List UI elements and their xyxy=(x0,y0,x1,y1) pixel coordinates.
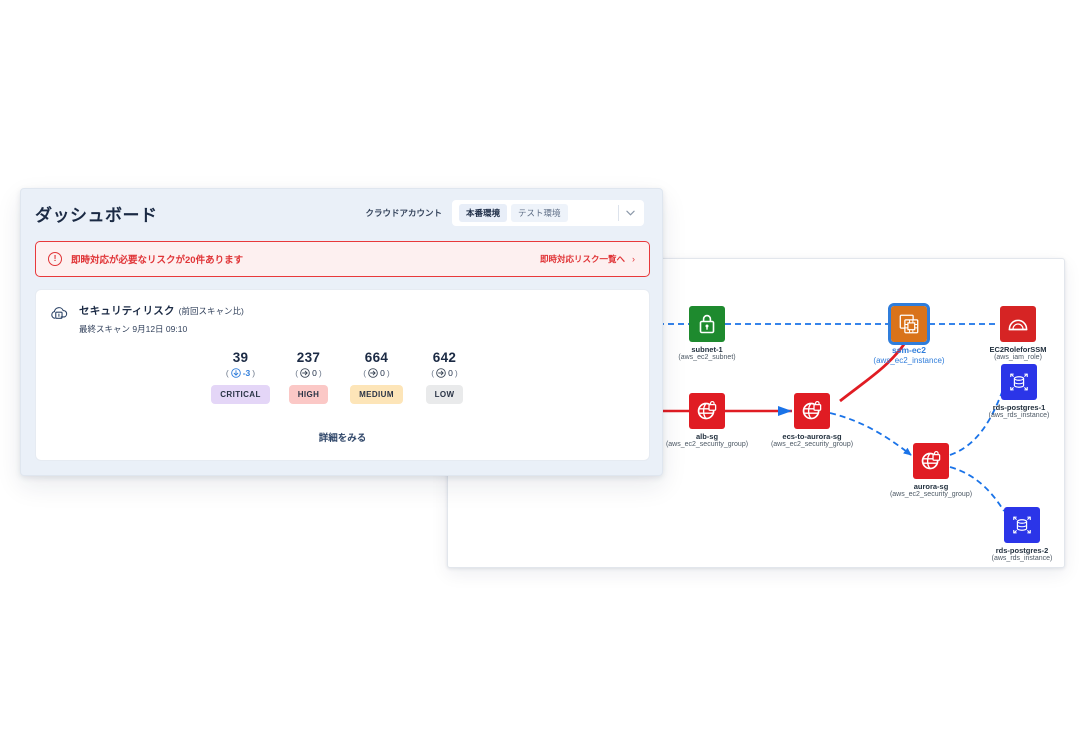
paren-open: ( xyxy=(225,368,229,378)
paren-open: ( xyxy=(431,368,435,378)
graph-node-ssm-ec2[interactable]: ssm-ec2 (aws_ec2_instance) xyxy=(873,303,945,365)
severity-column-medium[interactable]: 664 ( 0 ) MEDIUM xyxy=(343,350,411,404)
subnet-lock-icon xyxy=(689,306,725,342)
severity-badge-medium: MEDIUM xyxy=(350,385,403,404)
cloud-account-label: クラウドアカウント xyxy=(365,208,442,218)
chevron-down-glyph xyxy=(625,210,635,216)
security-risk-header: セキュリティリスク (前回スキャン比) 最終スキャン 9月12日 09:10 xyxy=(36,290,649,335)
ec2-chip-glyph xyxy=(899,314,919,334)
severity-summary-row: 39 ( -3 ) CRITICAL 237 (0) HIGH 664 (… xyxy=(36,350,649,404)
severity-count: 237 xyxy=(296,350,321,365)
arrow-right-circle-icon xyxy=(436,368,446,378)
rds-glyph xyxy=(1013,516,1031,534)
severity-badge-high: HIGH xyxy=(288,385,329,404)
severity-column-low[interactable]: 642 ( 0 ) LOW xyxy=(411,350,479,404)
account-select-control[interactable]: 本番環境 テスト環境 xyxy=(452,200,644,226)
account-tag-production[interactable]: 本番環境 xyxy=(459,204,508,222)
security-group-icon xyxy=(794,393,830,429)
security-risk-title-row: セキュリティリスク (前回スキャン比) xyxy=(79,303,244,318)
security-risk-subtitle: (前回スキャン比) xyxy=(178,306,244,316)
graph-node-label: aurora-sg (aws_ec2_security_group) xyxy=(889,482,973,499)
graph-node-ec2roleforssm[interactable]: EC2RoleforSSM (aws_iam_role) xyxy=(989,306,1047,361)
severity-count: 664 xyxy=(364,350,389,365)
graph-node-rds-postgres-2[interactable]: rds-postgres-2 (aws_rds_instance) xyxy=(992,507,1052,562)
security-group-icon xyxy=(913,443,949,479)
security-risk-title: セキュリティリスク xyxy=(79,305,175,317)
security-group-glyph xyxy=(802,401,822,420)
severity-delta-value: -3 xyxy=(242,368,251,378)
graph-node-label: rds-postgres-2 (aws_rds_instance) xyxy=(991,546,1053,563)
paren-close: ) xyxy=(386,368,390,378)
graph-node-ecs-to-aurora-sg[interactable]: ecs-to-aurora-sg (aws_ec2_security_group… xyxy=(771,393,853,448)
severity-delta-value: 0 xyxy=(312,368,317,378)
chevron-down-icon[interactable] xyxy=(619,210,641,216)
last-scan-timestamp: 最終スキャン 9月12日 09:10 xyxy=(79,324,188,334)
lock-glyph xyxy=(699,314,715,334)
security-group-glyph xyxy=(697,401,717,420)
account-tag-test[interactable]: テスト環境 xyxy=(511,204,568,222)
graph-node-label: alb-sg (aws_ec2_security_group) xyxy=(665,432,749,449)
rds-glyph xyxy=(1010,373,1028,391)
severity-delta: ( 0 ) xyxy=(363,368,389,378)
severity-column-critical[interactable]: 39 ( -3 ) CRITICAL xyxy=(207,350,275,404)
graph-node-label: subnet-1 (aws_ec2_subnet) xyxy=(678,345,736,362)
paren-open: ( xyxy=(295,368,299,378)
severity-badge-low: LOW xyxy=(425,385,464,404)
cloud-account-selector[interactable]: クラウドアカウント 本番環境 テスト環境 xyxy=(365,200,644,226)
security-risk-title-block: セキュリティリスク (前回スキャン比) 最終スキャン 9月12日 09:10 xyxy=(79,303,244,335)
exclamation-circle-icon: ! xyxy=(48,252,62,266)
iam-role-glyph xyxy=(1008,319,1028,331)
graph-node-label: ecs-to-aurora-sg (aws_ec2_security_group… xyxy=(770,432,854,449)
view-details-link[interactable]: 詳細をみる xyxy=(36,430,649,444)
urgent-risk-list-link-label: 即時対応リスク一覧へ xyxy=(539,254,625,264)
paren-close: ) xyxy=(454,368,458,378)
severity-count: 642 xyxy=(432,350,457,365)
security-risk-card: セキュリティリスク (前回スキャン比) 最終スキャン 9月12日 09:10 3… xyxy=(35,289,650,461)
paren-close: ) xyxy=(318,368,322,378)
severity-badge-critical: CRITICAL xyxy=(211,385,270,404)
urgent-risk-alert-banner[interactable]: ! 即時対応が必要なリスクが20件あります 即時対応リスク一覧へ › xyxy=(35,241,650,277)
iam-role-icon xyxy=(1000,306,1036,342)
graph-node-label: rds-postgres-1 (aws_rds_instance) xyxy=(988,403,1050,420)
severity-delta: ( -3 ) xyxy=(226,368,255,378)
graph-node-subnet-1[interactable]: subnet-1 (aws_ec2_subnet) xyxy=(678,306,736,361)
arrow-right-circle-icon xyxy=(368,368,378,378)
arrow-right-circle-icon xyxy=(300,368,310,378)
arrow-down-circle-icon xyxy=(230,368,241,378)
severity-delta-value: 0 xyxy=(380,368,385,378)
graph-node-rds-postgres-1[interactable]: rds-postgres-1 (aws_rds_instance) xyxy=(989,364,1049,419)
graph-node-alb-sg[interactable]: alb-sg (aws_ec2_security_group) xyxy=(666,393,748,448)
severity-delta: ( 0 ) xyxy=(431,368,457,378)
severity-count: 39 xyxy=(232,350,249,365)
dashboard-panel: ダッシュボード クラウドアカウント 本番環境 テスト環境 ! 即時対応が必要なリ… xyxy=(20,188,663,476)
graph-node-aurora-sg[interactable]: aurora-sg (aws_ec2_security_group) xyxy=(890,443,972,498)
rds-database-icon xyxy=(1001,364,1037,400)
security-group-glyph xyxy=(921,451,941,470)
paren-close: ) xyxy=(252,368,256,378)
cloud-lock-icon xyxy=(50,305,69,335)
page-title: ダッシュボード xyxy=(35,205,158,225)
ec2-instance-icon xyxy=(888,303,930,345)
chevron-right-icon: › xyxy=(632,254,635,264)
dashboard-header: ダッシュボード クラウドアカウント 本番環境 テスト環境 xyxy=(21,189,662,237)
graph-node-label: EC2RoleforSSM (aws_iam_role) xyxy=(989,345,1047,362)
severity-delta: ( 0 ) xyxy=(295,368,321,378)
alert-message: 即時対応が必要なリスクが20件あります xyxy=(71,255,244,266)
severity-column-high[interactable]: 237 ( 0 ) HIGH xyxy=(275,350,343,404)
cloud-lock-glyph xyxy=(51,307,68,319)
rds-database-icon xyxy=(1004,507,1040,543)
security-group-icon xyxy=(689,393,725,429)
paren-open: ( xyxy=(363,368,367,378)
severity-delta-value: 0 xyxy=(448,368,453,378)
graph-node-label: ssm-ec2 (aws_ec2_instance) xyxy=(873,345,945,365)
urgent-risk-list-link[interactable]: 即時対応リスク一覧へ › xyxy=(540,253,635,265)
